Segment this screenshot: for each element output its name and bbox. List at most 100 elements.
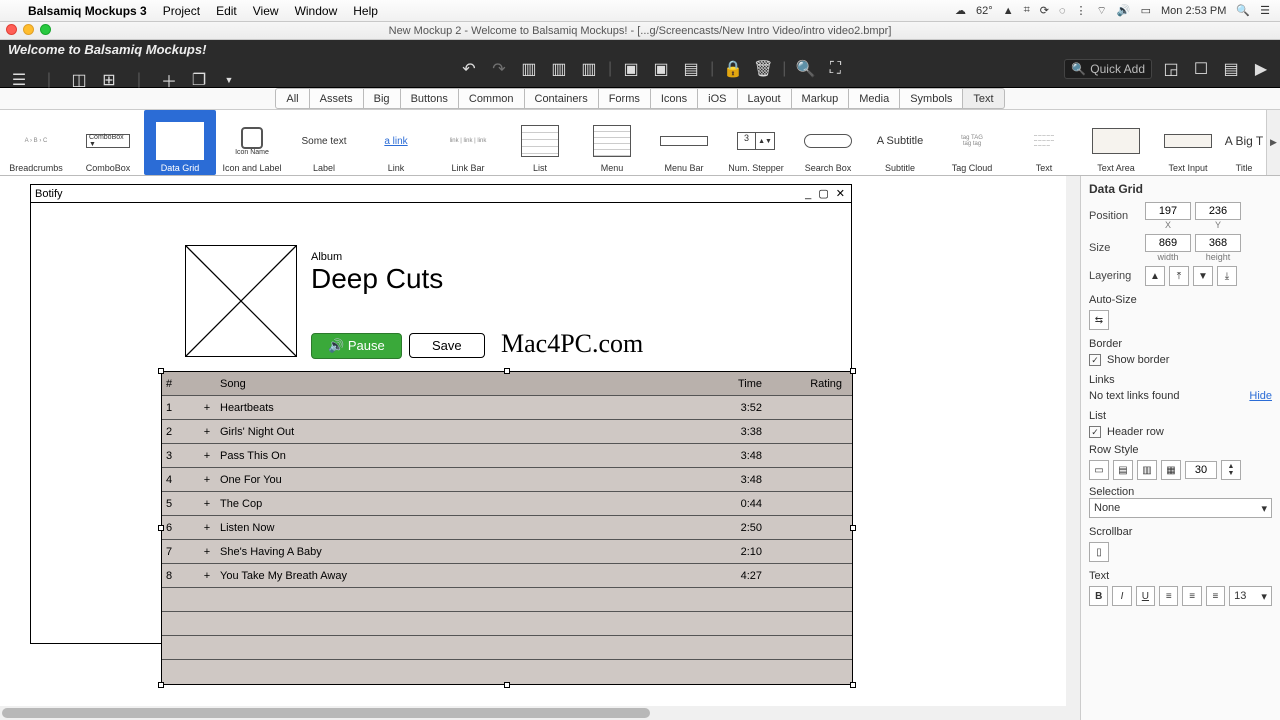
macos-close-button[interactable] <box>6 24 17 35</box>
resize-handle[interactable] <box>158 525 164 531</box>
macos-minimize-button[interactable] <box>23 24 34 35</box>
links-hide-link[interactable]: Hide <box>1249 390 1272 402</box>
align-left-button[interactable]: ≡ <box>1159 586 1178 606</box>
lib-text-area[interactable]: Text Area <box>1080 110 1152 175</box>
filter-media[interactable]: Media <box>849 88 900 109</box>
font-size-dropdown[interactable]: 13▾ <box>1229 586 1272 606</box>
notification-icon[interactable]: ☰ <box>1260 4 1270 17</box>
align-right-icon[interactable]: ▥ <box>578 58 600 80</box>
filter-assets[interactable]: Assets <box>310 88 364 109</box>
lib-text-input[interactable]: Text Input <box>1152 110 1224 175</box>
rowstyle-none-icon[interactable]: ▭ <box>1089 460 1109 480</box>
group-icon[interactable]: ▣ <box>620 58 642 80</box>
resize-handle[interactable] <box>850 682 856 688</box>
library-scroll-right[interactable]: ▶ <box>1266 110 1280 175</box>
canvas-scrollbar-horizontal[interactable] <box>0 706 1080 720</box>
macos-zoom-button[interactable] <box>40 24 51 35</box>
zoom-icon[interactable]: 🔍 <box>794 58 816 80</box>
align-center-button[interactable]: ≡ <box>1182 586 1201 606</box>
filter-containers[interactable]: Containers <box>525 88 599 109</box>
lib-icon-and-label[interactable]: Icon Name Icon and Label <box>216 110 288 175</box>
row-height-input[interactable] <box>1185 461 1217 479</box>
lib-tag-cloud[interactable]: tag TAGtag tag Tag Cloud <box>936 110 1008 175</box>
height-input[interactable] <box>1195 234 1241 252</box>
filter-symbols[interactable]: Symbols <box>900 88 963 109</box>
toggle-info-icon[interactable]: ▤ <box>1220 58 1242 80</box>
header-row-checkbox[interactable]: ✓Header row <box>1089 426 1272 438</box>
lib-title[interactable]: A Big T Title <box>1224 110 1264 175</box>
filter-layout[interactable]: Layout <box>738 88 792 109</box>
lib-num-stepper[interactable]: 3▲▼ Num. Stepper <box>720 110 792 175</box>
scrollbar-thumb[interactable] <box>2 708 650 718</box>
ungroup-icon[interactable]: ▣ <box>650 58 672 80</box>
bring-forward-icon[interactable]: ▲ <box>1145 266 1165 286</box>
menu-view[interactable]: View <box>245 4 287 18</box>
layers-icon[interactable]: ▤ <box>680 58 702 80</box>
mockup-data-grid[interactable]: # Song Time Rating 1+Heartbeats3:52 2+Gi… <box>161 371 853 685</box>
filter-common[interactable]: Common <box>459 88 525 109</box>
rowstyle-vlines-icon[interactable]: ▥ <box>1137 460 1157 480</box>
filter-forms[interactable]: Forms <box>599 88 651 109</box>
lib-menu-bar[interactable]: Menu Bar <box>648 110 720 175</box>
lib-menu[interactable]: Menu <box>576 110 648 175</box>
lib-datagrid[interactable]: Data Grid <box>144 110 216 175</box>
resize-handle[interactable] <box>504 682 510 688</box>
menu-project[interactable]: Project <box>155 4 208 18</box>
toggle-library-icon[interactable]: ◲ <box>1160 58 1182 80</box>
hamburger-icon[interactable]: ☰ <box>8 69 30 91</box>
panel-toggle-icon[interactable]: ◫ <box>68 69 90 91</box>
spotlight-icon[interactable]: 🔍 <box>1236 4 1250 17</box>
lib-text[interactable]: ∼∼∼∼∼∼∼∼∼∼∼∼∼∼ Text <box>1008 110 1080 175</box>
save-button[interactable]: Save <box>409 333 485 358</box>
album-art-placeholder[interactable] <box>185 245 297 357</box>
add-icon[interactable]: ＋ <box>158 69 180 91</box>
show-border-checkbox[interactable]: ✓Show border <box>1089 354 1272 366</box>
canvas-scrollbar-vertical[interactable] <box>1066 176 1080 706</box>
menu-help[interactable]: Help <box>345 4 386 18</box>
pause-button[interactable]: 🔊 Pause <box>311 333 402 359</box>
scrollbar-toggle[interactable]: ▯ <box>1089 542 1109 562</box>
lib-label[interactable]: Some text Label <box>288 110 360 175</box>
align-center-icon[interactable]: ▥ <box>548 58 570 80</box>
menu-window[interactable]: Window <box>287 4 346 18</box>
resize-handle[interactable] <box>158 368 164 374</box>
resize-handle[interactable] <box>504 368 510 374</box>
app-name[interactable]: Balsamiq Mockups 3 <box>20 4 155 18</box>
play-icon[interactable]: ▶ <box>1250 58 1272 80</box>
bring-front-icon[interactable]: ⤒ <box>1169 266 1189 286</box>
resize-handle[interactable] <box>850 368 856 374</box>
width-input[interactable] <box>1145 234 1191 252</box>
position-y-input[interactable] <box>1195 202 1241 220</box>
fullscreen-icon[interactable]: ⛶ <box>824 58 846 80</box>
position-x-input[interactable] <box>1145 202 1191 220</box>
lock-icon[interactable]: 🔒 <box>722 58 744 80</box>
autosize-button[interactable]: ⇆ <box>1089 310 1109 330</box>
trash-icon[interactable]: 🗑 <box>752 58 774 80</box>
lib-link-bar[interactable]: link | link | link Link Bar <box>432 110 504 175</box>
underline-button[interactable]: U <box>1136 586 1155 606</box>
filter-icons[interactable]: Icons <box>651 88 698 109</box>
redo-icon[interactable]: ↷ <box>488 58 510 80</box>
lib-list[interactable]: List <box>504 110 576 175</box>
bold-button[interactable]: B <box>1089 586 1108 606</box>
undo-icon[interactable]: ↶ <box>458 58 480 80</box>
lib-breadcrumbs[interactable]: A › B › C Breadcrumbs <box>0 110 72 175</box>
canvas[interactable]: Botify _ ▢ ✕ Album Deep Cuts 🔊 Pause Sav… <box>0 176 1080 720</box>
lib-subtitle[interactable]: A Subtitle Subtitle <box>864 110 936 175</box>
mockup-window[interactable]: Botify _ ▢ ✕ Album Deep Cuts 🔊 Pause Sav… <box>30 184 852 644</box>
menu-edit[interactable]: Edit <box>208 4 245 18</box>
send-backward-icon[interactable]: ▼ <box>1193 266 1213 286</box>
lib-link[interactable]: a link Link <box>360 110 432 175</box>
duplicate-icon[interactable]: ❐ <box>188 69 210 91</box>
rowstyle-hlines-icon[interactable]: ▦ <box>1161 460 1181 480</box>
toggle-sidebar-icon[interactable]: ☐ <box>1190 58 1212 80</box>
filter-buttons[interactable]: Buttons <box>401 88 459 109</box>
send-back-icon[interactable]: ⤓ <box>1217 266 1237 286</box>
filter-big[interactable]: Big <box>364 88 401 109</box>
align-right-button[interactable]: ≡ <box>1206 586 1225 606</box>
align-left-icon[interactable]: ▥ <box>518 58 540 80</box>
dropdown-icon[interactable]: ▼ <box>218 69 240 91</box>
filter-all[interactable]: All <box>275 88 309 109</box>
lib-search-box[interactable]: Search Box <box>792 110 864 175</box>
selection-dropdown[interactable]: None▾ <box>1089 498 1272 518</box>
